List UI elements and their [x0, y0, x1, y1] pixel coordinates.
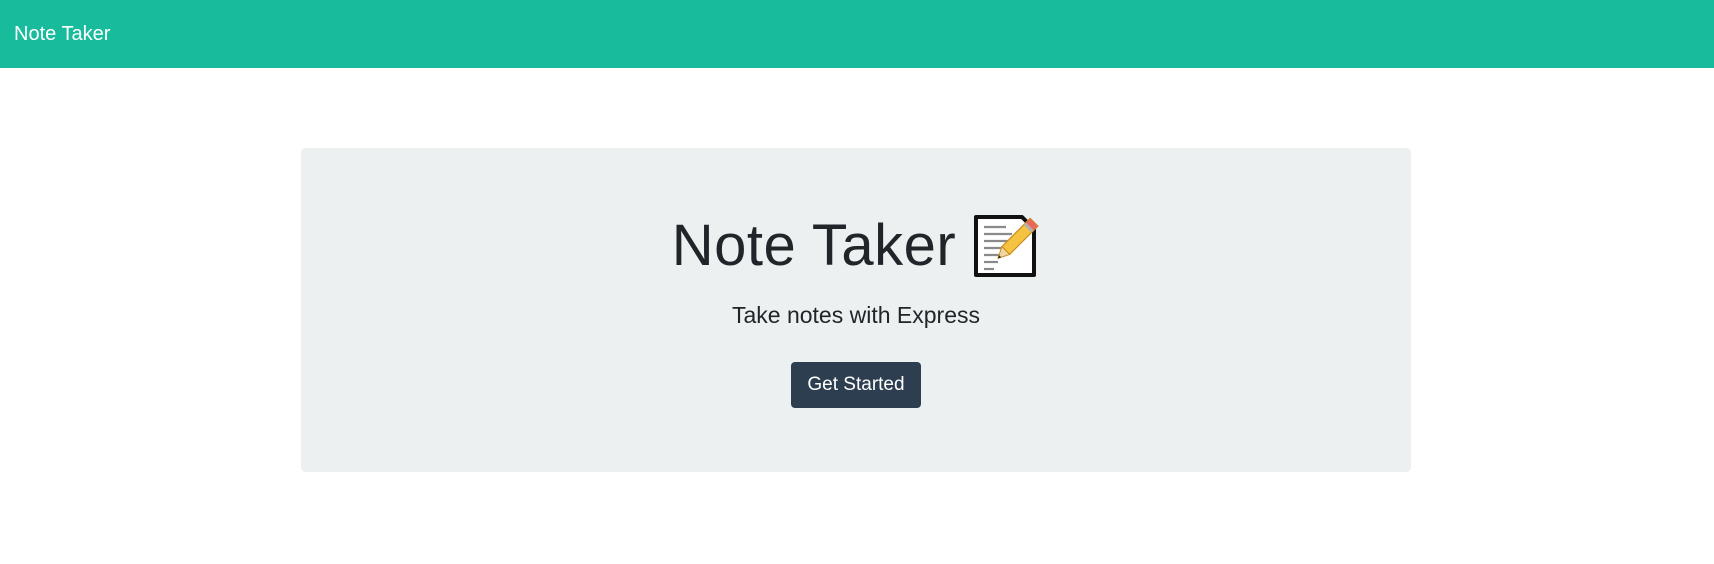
page-title: Note Taker: [671, 213, 957, 278]
hero-title-row: Note Taker: [301, 211, 1411, 281]
navbar-brand[interactable]: Note Taker: [14, 23, 110, 46]
hero-actions: Get Started: [301, 362, 1411, 408]
get-started-button[interactable]: Get Started: [791, 362, 921, 408]
hero-panel: Note Taker Take notes with Express Get S…: [301, 148, 1411, 472]
memo-icon: [972, 213, 1040, 279]
page-subtitle: Take notes with Express: [731, 302, 980, 328]
navbar: Note Taker: [0, 0, 1714, 68]
